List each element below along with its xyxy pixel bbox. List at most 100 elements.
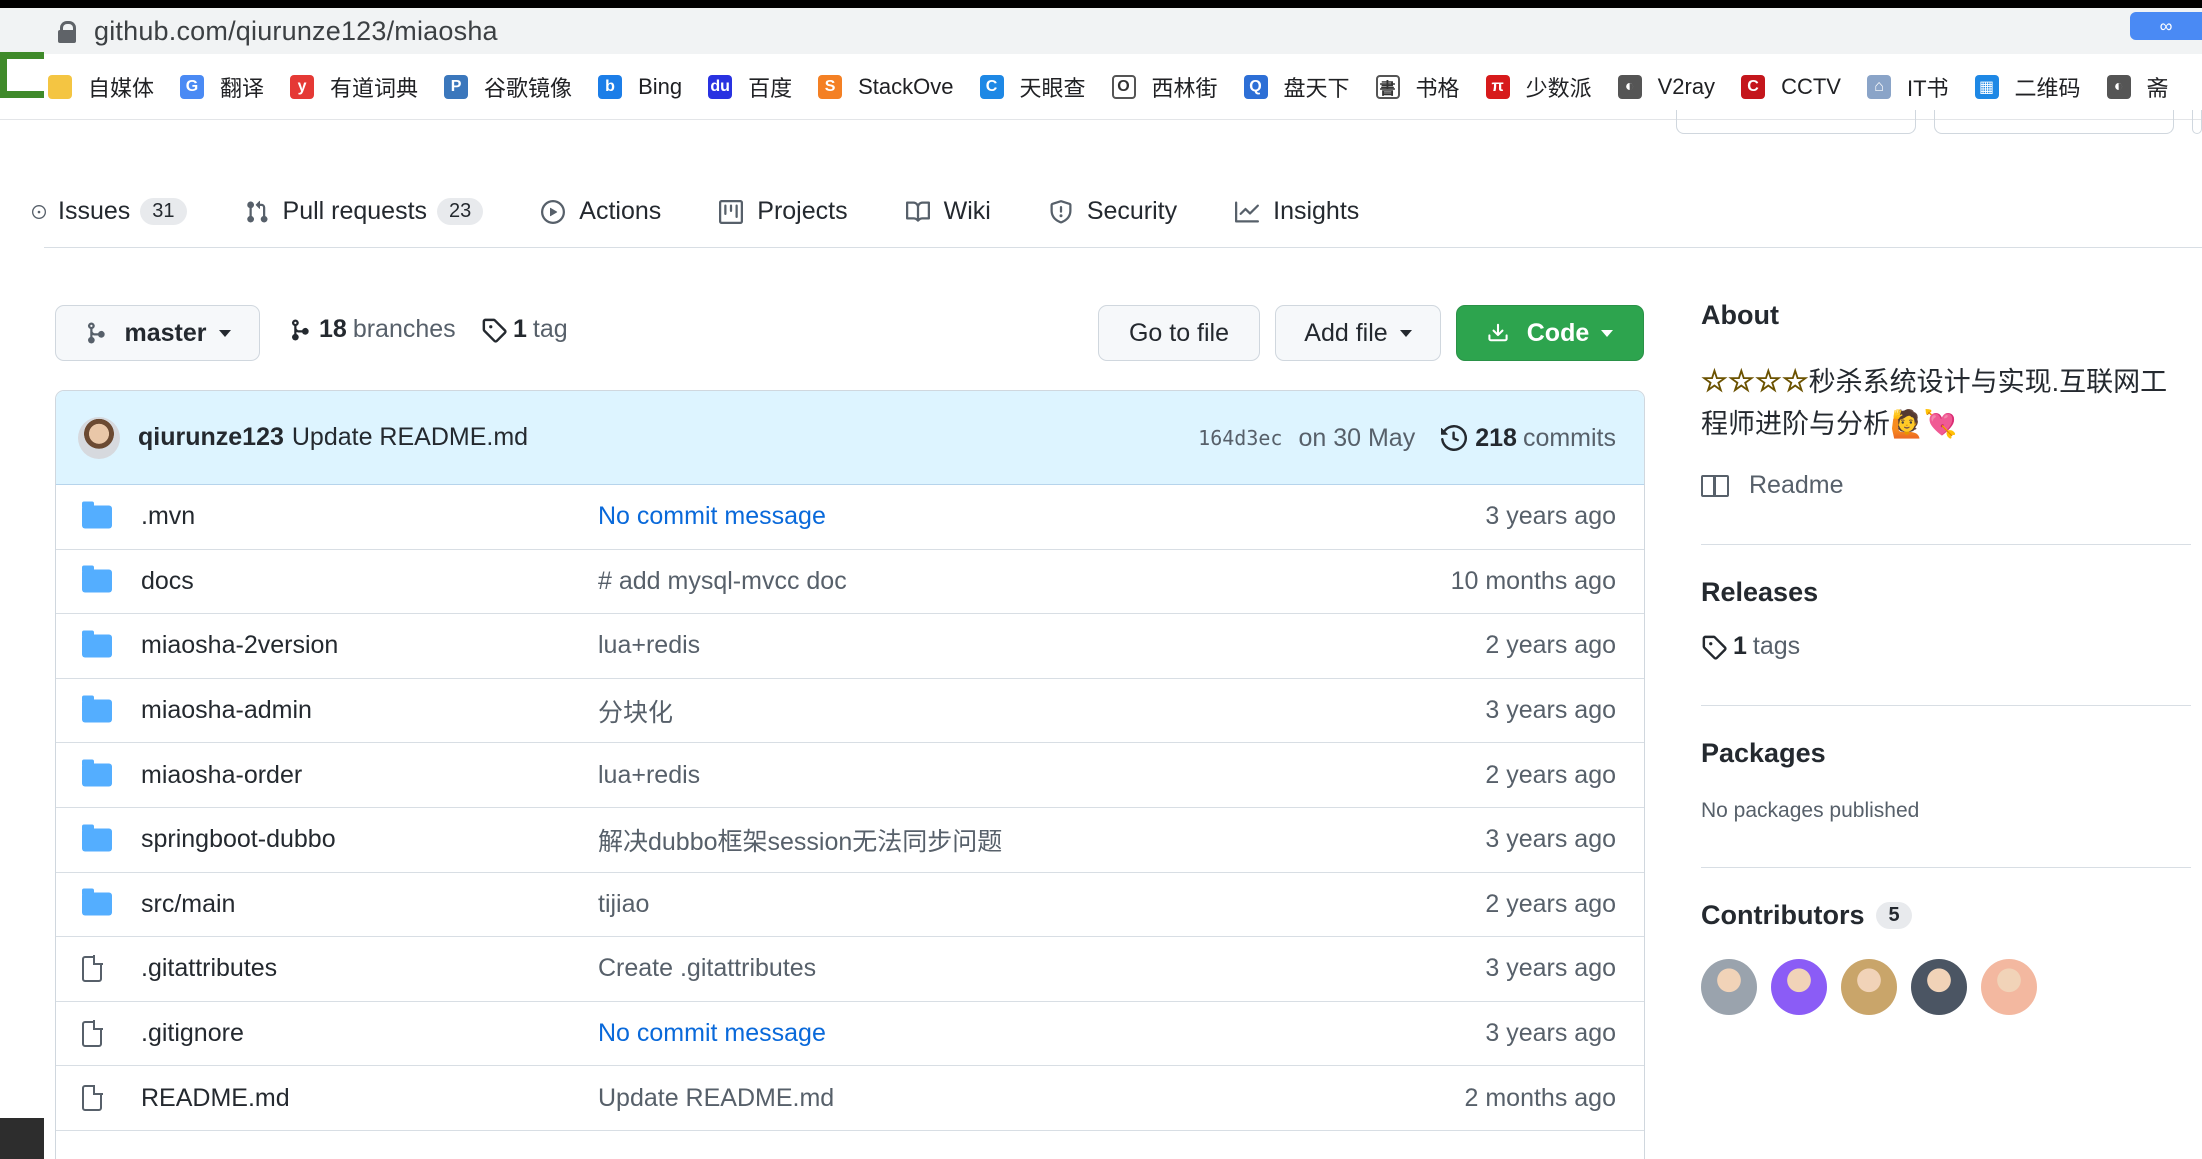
contributors-title[interactable]: Contributors 5 [1701,900,2202,931]
play-icon [539,198,567,226]
commit-author[interactable]: qiurunze123 [138,423,284,452]
tab-actions[interactable]: Actions [539,197,661,226]
table-row[interactable]: .mvn No commit message 3 years ago [56,485,1644,550]
tab-pull-requests[interactable]: Pull requests 23 [243,197,484,226]
bookmark-item[interactable]: 書书格 [1375,71,1460,103]
bookmark-item[interactable]: C CCTV [1741,74,1841,100]
bookmark-item[interactable]: ◐ V2ray [1617,73,1716,100]
commit-message-link[interactable]: lua+redis [598,761,700,790]
branches-link[interactable]: 18 branches [289,315,456,344]
table-row[interactable]: miaosha-2version lua+redis 2 years ago [56,614,1644,679]
avatar[interactable] [78,416,120,459]
bookmark-label: IT书 [1906,75,1949,101]
bookmark-item[interactable]: 自媒体 [48,71,154,103]
release-tags-link[interactable]: 1 tags [1701,632,2202,661]
file-name-link[interactable]: miaosha-order [141,761,302,790]
extension-icon[interactable]: ∞ [2130,12,2202,40]
contributor-avatars [1701,959,2202,1015]
tags-link[interactable]: 1 tag [481,315,568,344]
table-row[interactable]: docs # add mysql-mvcc doc 10 months ago [56,550,1644,615]
packages-title[interactable]: Packages [1701,738,2202,769]
tab-label: Pull requests [282,197,428,225]
branch-select-button[interactable]: master [55,305,260,361]
code-button[interactable]: Code [1456,305,1644,361]
bookmark-item[interactable]: P 谷歌镜像 [444,71,572,103]
bookmark-item[interactable]: ⌂ IT书 [1866,71,1949,103]
folder-icon [82,501,112,529]
branch-icon [87,322,105,344]
contributor-avatar[interactable] [1701,959,1757,1015]
file-name-link[interactable]: .mvn [141,502,195,531]
table-row[interactable]: .gitattributes Create .gitattributes 3 yea… [56,937,1644,1002]
address-bar[interactable]: github.com/qiurunze123/miaosha ∞ [0,8,2202,54]
commit-sha[interactable]: 164d3ec [1198,426,1282,450]
commit-message-link[interactable]: Update README.md [598,1084,834,1113]
contributor-avatar[interactable] [1841,959,1897,1015]
table-row[interactable]: miaosha-order lua+redis 2 years ago [56,743,1644,808]
bookmark-item[interactable]: b Bing [598,74,682,100]
table-row[interactable]: README.md Update README.md 2 months ago [56,1066,1644,1131]
bookmark-icon [48,74,72,99]
tab-wiki[interactable]: Wiki [904,197,991,226]
file-name-link[interactable]: miaosha-2version [141,631,338,660]
tab-label: Insights [1273,197,1360,225]
commit-message[interactable]: Update README.md [292,423,528,452]
bookmark-item[interactable]: du 百度 [708,71,792,103]
commits-link[interactable]: 218 commits [1441,424,1616,453]
tab-projects[interactable]: Projects [717,197,848,226]
table-row[interactable]: miaosha-admin 分块化 3 years ago [56,679,1644,744]
issue-icon [32,198,46,226]
commit-message-link[interactable]: No commit message [598,1019,826,1048]
bookmark-item[interactable]: Q 盘天下 [1243,71,1350,103]
bookmark-item[interactable]: C 天眼查 [979,71,1086,103]
commit-message-link[interactable]: lua+redis [598,631,700,660]
bookmark-item[interactable]: ◐ 斋 [2106,71,2169,103]
bookmark-item[interactable]: ▦ 二维码 [1974,71,2081,103]
tab-insights[interactable]: Insights [1233,197,1359,226]
tab-security[interactable]: Security [1047,197,1177,226]
bookmark-item[interactable]: y 有道词典 [290,71,418,103]
bookmark-item[interactable]: S StackOve [818,73,954,100]
file-name-link[interactable]: .gitignore [141,1019,244,1048]
commit-message-link[interactable]: tijiao [598,890,649,919]
bookmark-item[interactable]: G 翻译 [180,71,264,103]
url-text[interactable]: github.com/qiurunze123/miaosha [94,16,498,47]
releases-title[interactable]: Releases [1701,577,2202,608]
folder-icon [82,630,112,658]
bookmark-label: V2ray [1657,73,1716,99]
file-name-link[interactable]: springboot-dubbo [141,825,336,854]
commits-label: commits [1522,423,1616,452]
contributor-avatar[interactable] [1911,959,1967,1015]
file-name-link[interactable]: docs [141,567,194,596]
readme-link[interactable]: Readme [1701,471,2202,500]
commit-message-link[interactable]: No commit message [598,502,826,531]
tab-issues[interactable]: Issues 31 [32,197,187,226]
bookmark-item[interactable]: π 少数派 [1485,71,1592,103]
code-label: Code [1526,318,1590,347]
contributors-label: Contributors [1701,900,1865,930]
table-row[interactable]: .gitignore No commit message 3 years ago [56,1002,1644,1067]
about-description: ☆☆☆☆秒杀系统设计与实现.互联网工程师进阶与分析🙋💘 [1701,361,2181,445]
contributor-avatar[interactable] [1771,959,1827,1015]
chevron-down-icon [1601,329,1614,337]
commit-message-link[interactable]: Create .gitattributes [598,954,816,983]
commit-message-link[interactable]: # add mysql-mvcc doc [598,567,847,596]
bookmark-item[interactable]: O 西林街 [1111,71,1218,103]
file-name-link[interactable]: .gitattributes [141,954,277,983]
file-name-link[interactable]: README.md [141,1084,290,1113]
file-name-link[interactable]: miaosha-admin [141,696,312,725]
go-to-file-button[interactable]: Go to file [1098,305,1260,361]
commit-message-link[interactable]: 分块化 [598,693,673,729]
bookmark-label: StackOve [858,73,954,99]
table-row[interactable]: src/main tijiao 2 years ago [56,873,1644,938]
folder-icon [82,565,112,593]
file-name-link[interactable]: src/main [141,890,235,919]
repo-sidebar: About ☆☆☆☆秒杀系统设计与实现.互联网工程师进阶与分析🙋💘 Readme… [1701,300,2202,1015]
bookmark-label: 有道词典 [330,75,419,101]
commit-message-link[interactable]: 解决dubbo框架session无法同步问题 [598,822,1002,858]
table-row[interactable]: springboot-dubbo 解决dubbo框架session无法同步问题 3 … [56,808,1644,873]
tab-label: Issues [58,197,131,225]
contributor-avatar[interactable] [1981,959,2037,1015]
add-file-button[interactable]: Add file [1275,305,1441,361]
file-toolbar: master 18 branches 1 tag Go to file Add … [55,305,1645,361]
